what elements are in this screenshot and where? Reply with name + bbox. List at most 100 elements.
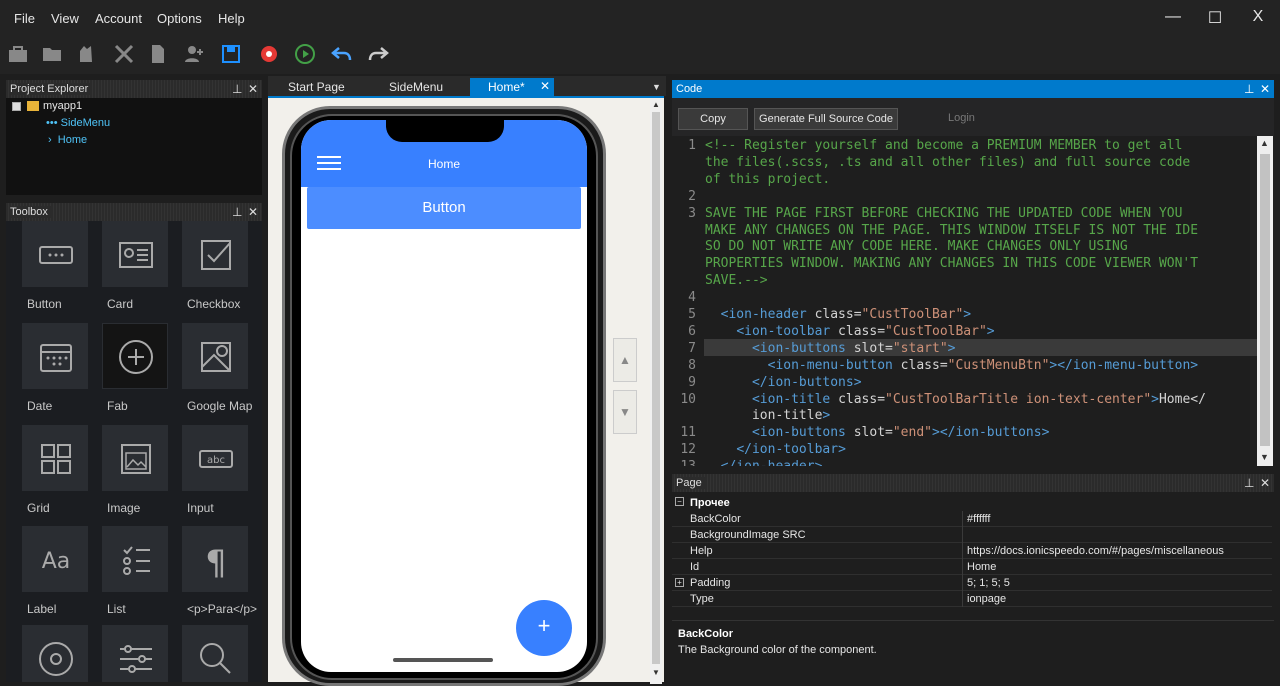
toolbox-item[interactable]: [102, 323, 168, 389]
toolbox-item-label: List: [107, 602, 126, 616]
property-row[interactable]: Type ionpage: [672, 591, 1272, 607]
generate-source-button[interactable]: Generate Full Source Code: [754, 108, 898, 130]
property-row[interactable]: BackgroundImage SRC: [672, 527, 1272, 543]
toolbar: [0, 36, 1280, 74]
property-value[interactable]: ionpage: [967, 593, 1006, 605]
pin-icon[interactable]: ⊥: [1244, 82, 1254, 96]
close-button[interactable]: X: [1243, 8, 1273, 28]
line-number: 13: [672, 459, 696, 466]
svg-text:abc: abc: [207, 455, 225, 466]
maximize-button[interactable]: ☐: [1200, 8, 1230, 28]
property-value[interactable]: 5; 1; 5; 5: [967, 577, 1010, 589]
tab-sidemenu[interactable]: SideMenu: [389, 78, 449, 96]
toolbox-item[interactable]: abc: [182, 425, 248, 491]
code-line: the files(.scss, .ts and all other files…: [705, 154, 1191, 170]
property-value[interactable]: #ffffff: [967, 513, 990, 525]
tab-home-label: Home*: [488, 80, 525, 94]
add-user-icon[interactable]: [182, 42, 206, 66]
menu-options[interactable]: Options: [157, 11, 202, 26]
tab-home[interactable]: Home* ✕: [470, 78, 554, 96]
puzzle-icon[interactable]: [74, 42, 98, 66]
toolbox-item[interactable]: [22, 425, 88, 491]
fab-button[interactable]: +: [516, 600, 572, 656]
close-icon[interactable]: ✕: [248, 205, 258, 219]
code-viewer[interactable]: 1 <!-- Register yourself and become a PRE…: [672, 136, 1274, 466]
toolbox-item[interactable]: ¶: [182, 526, 248, 592]
collapse-icon[interactable]: [12, 102, 21, 111]
bug-icon[interactable]: [257, 42, 281, 66]
property-row[interactable]: BackColor #ffffff: [672, 511, 1272, 527]
code-line: </ion-toolbar>: [736, 442, 846, 458]
close-icon[interactable]: ✕: [1260, 82, 1270, 96]
folder-open-icon[interactable]: [40, 42, 64, 66]
toolbox-item-label: Checkbox: [187, 297, 241, 311]
toolbox-item[interactable]: Aa: [22, 526, 88, 592]
folder-icon: [27, 101, 39, 111]
tree-item-sidemenu[interactable]: ••• SideMenu: [46, 117, 110, 129]
toolbox-item[interactable]: [22, 221, 88, 287]
toolbox-item[interactable]: [102, 526, 168, 592]
undo-icon[interactable]: [330, 42, 354, 66]
text-icon: Aa: [42, 549, 71, 574]
code-scrollbar[interactable]: ▲ ▼: [1257, 136, 1273, 466]
toolbox-body: Button Card Checkbox Date Fab Google Map Grid I…: [6, 221, 262, 682]
property-row[interactable]: Help https://docs.ionicspeedo.com/#/pages…: [672, 543, 1272, 559]
tab-close-icon[interactable]: ✕: [540, 79, 550, 93]
save-icon[interactable]: [219, 42, 243, 66]
redo-icon[interactable]: [366, 42, 390, 66]
toolbox-item[interactable]: [182, 323, 248, 389]
toolbox-item[interactable]: [22, 625, 88, 682]
close-icon[interactable]: ✕: [248, 82, 258, 96]
tab-start-page[interactable]: Start Page: [288, 78, 358, 96]
toolbox-item-label: Grid: [27, 501, 50, 515]
pin-icon[interactable]: ⊥: [1244, 476, 1254, 490]
toolbox-item[interactable]: [22, 323, 88, 389]
scroll-up-button[interactable]: ▲: [613, 338, 637, 382]
toolbox-header: Toolbox ⊥ ✕: [6, 203, 262, 221]
menu-account[interactable]: Account: [95, 11, 142, 26]
tools-icon[interactable]: [112, 42, 136, 66]
property-value[interactable]: Home: [967, 561, 996, 573]
scrollbar-thumb[interactable]: [652, 112, 660, 664]
canvas-scrollbar[interactable]: ▲ ▼: [650, 98, 662, 684]
tree-item-sidemenu-label: SideMenu: [60, 117, 111, 129]
toolbox-item[interactable]: [102, 425, 168, 491]
line-number: 10: [680, 391, 696, 407]
pin-icon[interactable]: ⊥: [232, 205, 242, 219]
designer-canvas: Home Button + ▲ ▼ ▲ ▼: [268, 96, 664, 686]
play-icon[interactable]: [293, 42, 317, 66]
ion-button[interactable]: Button: [307, 187, 581, 229]
login-button[interactable]: Login: [948, 112, 975, 124]
collapse-icon[interactable]: −: [675, 497, 684, 506]
tree-item-home[interactable]: › Home: [48, 134, 87, 146]
expand-icon[interactable]: +: [675, 578, 684, 587]
code-line: SO DO NOT WRITE ANY CODE HERE. MAKE CHAN…: [705, 239, 1128, 255]
pin-icon[interactable]: ⊥: [232, 82, 242, 96]
property-value[interactable]: https://docs.ionicspeedo.com/#/pages/mis…: [967, 545, 1224, 557]
toolbox-item[interactable]: [182, 221, 248, 287]
menu-view[interactable]: View: [51, 11, 79, 26]
property-row[interactable]: + Padding 5; 1; 5; 5: [672, 575, 1272, 591]
briefcase-icon[interactable]: [6, 42, 30, 66]
code-scrollbar-thumb[interactable]: [1260, 154, 1270, 446]
close-icon[interactable]: ✕: [1260, 476, 1270, 490]
scroll-down-button[interactable]: ▼: [613, 390, 637, 434]
code-line: <!-- Register yourself and become a PREM…: [705, 138, 1183, 153]
tab-dropdown-icon[interactable]: ▼: [652, 82, 661, 92]
header-title: Home: [427, 157, 460, 171]
copy-button[interactable]: Copy: [678, 108, 748, 130]
menu-file[interactable]: File: [14, 11, 35, 26]
tree-root[interactable]: myapp1: [43, 100, 82, 112]
property-row[interactable]: Id Home: [672, 559, 1272, 575]
tree-item-home-label: Home: [57, 134, 88, 146]
toolbox-item[interactable]: [182, 625, 248, 682]
toolbox-item[interactable]: [102, 221, 168, 287]
document-icon[interactable]: [146, 42, 170, 66]
description-title: BackColor: [678, 628, 734, 640]
minimize-button[interactable]: —: [1158, 8, 1188, 28]
line-number: 6: [688, 323, 696, 339]
plus-circle-icon: [119, 340, 153, 374]
menu-help[interactable]: Help: [218, 11, 245, 26]
line-number: 11: [680, 425, 696, 441]
toolbox-item[interactable]: [102, 625, 168, 682]
